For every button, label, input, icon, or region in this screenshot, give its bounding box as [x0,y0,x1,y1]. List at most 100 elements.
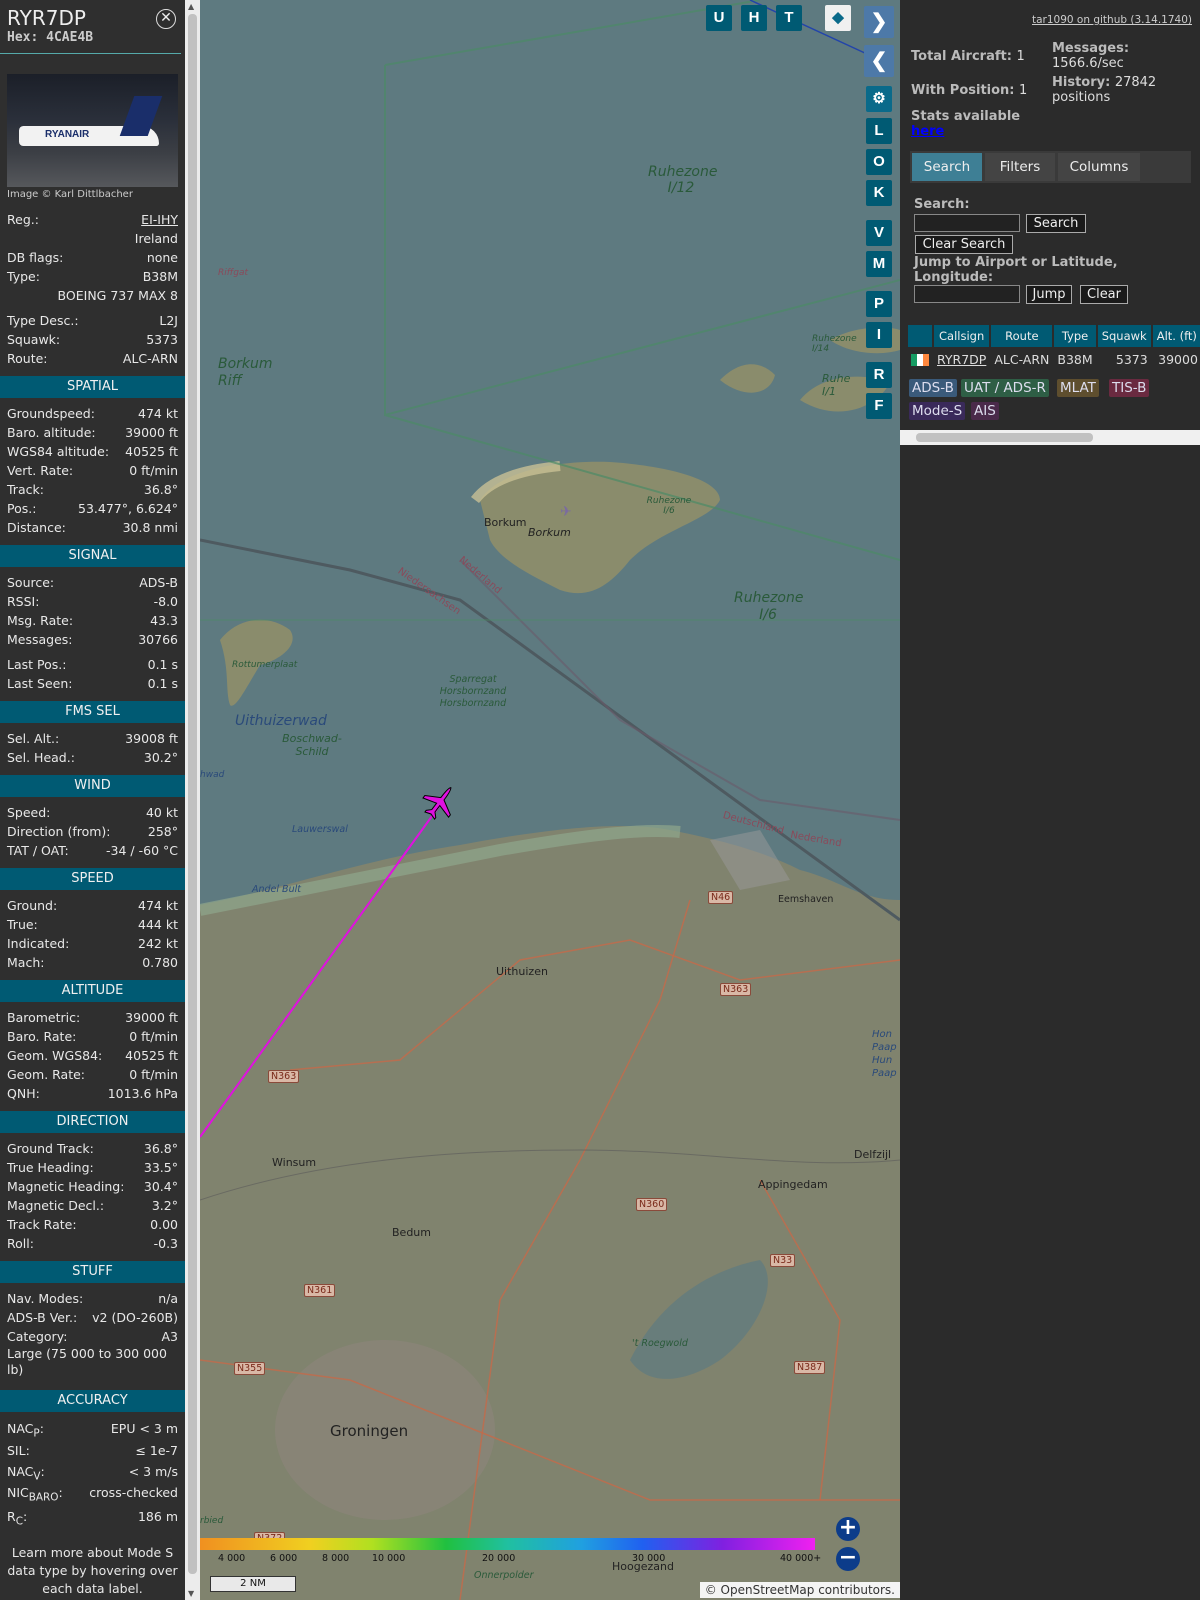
toolbar-o-button[interactable]: O [866,149,892,175]
signal-label[interactable]: Last Pos.: [7,655,66,674]
column-altitude[interactable]: Alt. (ft) [1152,325,1200,347]
flag-column-header[interactable] [908,325,932,347]
table-row[interactable]: RYR7DP ALC-ARN B38M 5373 39000 [908,349,1200,369]
source-adsb[interactable]: ADS-B [909,379,957,397]
scale-bar: 2 NM [210,1576,296,1592]
expand-right-icon[interactable]: ❯ [864,6,894,38]
speed-label[interactable]: Indicated: [7,934,69,953]
direction-label[interactable]: Magnetic Heading: [7,1177,124,1196]
nacp-label[interactable]: NACP: [7,1418,44,1440]
wind-label[interactable]: TAT / OAT: [7,841,69,860]
fms-label[interactable]: Sel. Head.: [7,748,75,767]
aircraft-icon[interactable] [417,778,464,825]
t-button[interactable]: T [776,5,802,31]
search-input[interactable] [914,214,1020,232]
rc-label[interactable]: RC: [7,1506,27,1528]
scroll-down-icon[interactable]: ▼ [188,1589,194,1598]
source-tisb[interactable]: TIS-B [1109,379,1150,397]
table-horizontal-scrollbar[interactable] [900,430,1200,445]
direction-label[interactable]: Ground Track: [7,1139,94,1158]
direction-label[interactable]: Magnetic Decl.: [7,1196,104,1215]
clear-button[interactable]: Clear [1080,285,1128,304]
collapse-left-icon[interactable]: ❮ [864,45,894,77]
info-scrollbar[interactable]: ▲ ▼ [185,0,200,1600]
row-callsign[interactable]: RYR7DP [934,349,990,369]
signal-label[interactable]: Messages: [7,630,73,649]
toolbar-m-button[interactable]: M [866,251,892,277]
direction-label[interactable]: Roll: [7,1234,34,1253]
toolbar-k-button[interactable]: K [866,180,892,206]
source-modes[interactable]: Mode-S [909,402,966,420]
altitude-label[interactable]: QNH: [7,1084,40,1103]
reg-link[interactable]: EI-IHY [141,210,178,229]
altitude-label[interactable]: Geom. WGS84: [7,1046,102,1065]
altitude-label[interactable]: Geom. Rate: [7,1065,85,1084]
signal-label[interactable]: RSSI: [7,592,39,611]
altitude-label[interactable]: Baro. Rate: [7,1027,76,1046]
github-link[interactable]: tar1090 on github (3.14.1740) [1032,14,1192,26]
map-attribution[interactable]: © OpenStreetMap contributors. [699,1582,900,1598]
search-button[interactable]: Search [1026,214,1086,233]
spatial-label[interactable]: Vert. Rate: [7,461,73,480]
source-uat[interactable]: UAT / ADS-R [961,379,1049,397]
clear-search-button[interactable]: Clear Search [915,235,1013,254]
direction-label[interactable]: True Heading: [7,1158,94,1177]
toolbar-l-button[interactable]: L [866,118,892,144]
fms-label[interactable]: Sel. Alt.: [7,729,59,748]
column-squawk[interactable]: Squawk [1097,325,1151,347]
toolbar-r-button[interactable]: R [866,362,892,388]
nicbaro-label[interactable]: NICBARO: [7,1482,63,1506]
tab-search[interactable]: Search [912,153,982,181]
spatial-label[interactable]: Baro. altitude: [7,423,96,442]
signal-label[interactable]: Source: [7,573,54,592]
map-view[interactable]: ✈ Ruhezone I/12 Riffgat Borkum Riff Bork… [200,0,900,1600]
stats-link[interactable]: here [911,124,1020,139]
gear-icon[interactable]: ⚙ [866,86,892,112]
spatial-label[interactable]: WGS84 altitude: [7,442,109,461]
hscroll-thumb[interactable] [916,433,1093,442]
wind-row: Speed: 40 kt [0,803,185,822]
source-ais[interactable]: AIS [971,402,999,420]
column-type[interactable]: Type [1054,325,1096,347]
toolbar-f-button[interactable]: F [866,393,892,419]
altitude-row: Baro. Rate: 0 ft/min [0,1027,185,1046]
sil-value: ≤ 1e-7 [135,1443,178,1458]
toolbar-p-button[interactable]: P [866,291,892,317]
direction-label[interactable]: Track Rate: [7,1215,77,1234]
speed-label[interactable]: Mach: [7,953,44,972]
tab-columns[interactable]: Columns [1058,153,1140,181]
zoom-in-button[interactable]: + [836,1517,860,1541]
stuff-label[interactable]: ADS-B Ver.: [7,1308,77,1327]
scroll-up-icon[interactable]: ▲ [188,2,194,11]
spatial-label[interactable]: Pos.: [7,499,36,518]
jump-button[interactable]: Jump [1026,285,1072,304]
sil-label[interactable]: SIL: [7,1440,30,1462]
speed-label[interactable]: True: [7,915,38,934]
scroll-thumb[interactable] [188,14,197,1574]
h-button[interactable]: H [741,5,767,31]
wind-label[interactable]: Direction (from): [7,822,111,841]
spatial-label[interactable]: Distance: [7,518,66,537]
close-icon[interactable]: ✕ [156,9,176,29]
column-callsign[interactable]: Callsign [934,325,990,347]
zoom-out-button[interactable]: − [836,1547,860,1571]
tab-filters[interactable]: Filters [985,153,1055,181]
toolbar-v-button[interactable]: V [866,220,892,246]
toolbar-i-button[interactable]: I [866,322,892,348]
spatial-label[interactable]: Groundspeed: [7,404,95,423]
column-route[interactable]: Route [991,325,1053,347]
u-button[interactable]: U [706,5,732,31]
signal-label[interactable]: Msg. Rate: [7,611,73,630]
jump-input[interactable] [914,285,1020,303]
stuff-label[interactable]: Nav. Modes: [7,1289,83,1308]
aircraft-photo[interactable]: RYANAIR [7,74,178,187]
nacv-label[interactable]: NACV: [7,1462,45,1483]
speed-label[interactable]: Ground: [7,896,57,915]
stuff-label[interactable]: Category: [7,1327,67,1346]
signal-label[interactable]: Last Seen: [7,674,72,693]
layers-icon[interactable]: ◆ [825,5,851,31]
spatial-label[interactable]: Track: [7,480,44,499]
source-mlat[interactable]: MLAT [1057,379,1099,397]
altitude-label[interactable]: Barometric: [7,1008,80,1027]
wind-label[interactable]: Speed: [7,803,50,822]
